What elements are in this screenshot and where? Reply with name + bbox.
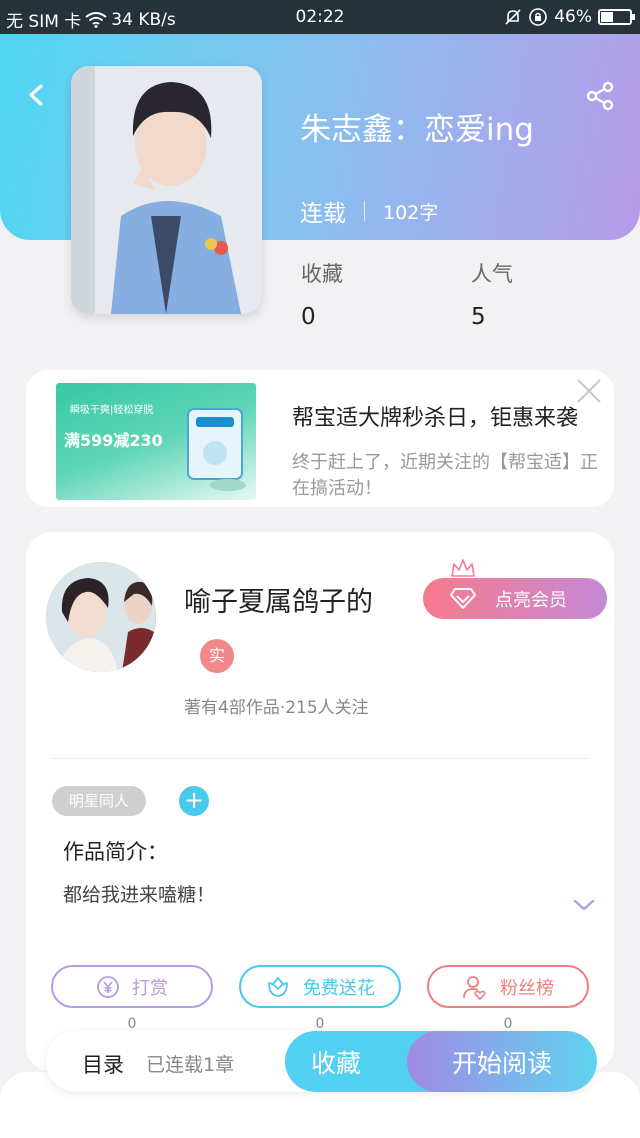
status-bar: 无 SIM 卡 34 KB/s 02:22 46%: [0, 0, 640, 34]
toc-button[interactable]: 目录: [82, 1049, 124, 1079]
back-icon[interactable]: [22, 80, 52, 110]
battery-percent: 46%: [554, 7, 592, 27]
battery-level: [601, 12, 613, 22]
author-name[interactable]: 喻子夏属鸽子的: [184, 580, 373, 619]
tip-button[interactable]: 打赏: [51, 965, 213, 1008]
send-flower-label: 免费送花: [303, 977, 375, 999]
share-icon[interactable]: [584, 80, 616, 112]
status-right: 46%: [504, 7, 635, 27]
start-reading-button[interactable]: 开始阅读: [407, 1031, 597, 1092]
avatar-illustration: [46, 562, 156, 672]
status-divider: [364, 201, 365, 221]
close-icon[interactable]: [574, 376, 604, 406]
book-status-row: 连载 102字: [300, 194, 438, 228]
ad-card[interactable]: 瞬吸干爽|轻松穿脱 满599减230 帮宝适大牌秒杀日，钜惠来袭 终于赶上了，近…: [26, 370, 614, 507]
favorites-stat: 收藏 0: [301, 258, 343, 330]
popularity-stat: 人气 5: [471, 258, 513, 330]
popularity-value: 5: [471, 304, 486, 330]
book-title: 朱志鑫：恋爱ing: [300, 112, 534, 148]
vip-button-label: 点亮会员: [495, 589, 567, 611]
ad-description: 终于赶上了，近期关注的【帮宝适】正在搞活动！: [292, 452, 598, 499]
flower-icon: [268, 976, 288, 997]
intro-text: 都给我进来嗑糖！: [63, 884, 216, 906]
ad-title[interactable]: 帮宝适大牌秒杀日，钜惠来袭: [292, 400, 578, 432]
serial-status: 连载: [300, 201, 346, 227]
popularity-label: 人气: [471, 262, 513, 286]
ad-image-text: 满599减230: [64, 431, 163, 450]
genre-tag[interactable]: 明星同人: [52, 786, 146, 816]
fan-ranking-label: 粉丝榜: [500, 977, 554, 999]
tip-count: 0: [127, 1016, 137, 1032]
word-count: 102字: [383, 201, 439, 224]
tip-label: 打赏: [132, 977, 168, 999]
fan-count: 0: [503, 1016, 513, 1032]
diaper-pack-illustration: [187, 408, 246, 491]
favorites-label: 收藏: [301, 262, 343, 286]
battery-icon: [598, 9, 635, 25]
send-flower-button[interactable]: 免费送花: [239, 965, 401, 1008]
rotation-lock-icon: [529, 8, 548, 26]
author-avatar[interactable]: [46, 562, 156, 672]
yuan-coin-icon: [97, 975, 119, 998]
start-reading-label: 开始阅读: [451, 1048, 552, 1078]
fan-ranking-button[interactable]: 粉丝榜: [427, 965, 589, 1008]
fan-user-icon: [463, 975, 486, 1000]
author-meta: 著有4部作品·215人关注: [184, 698, 369, 718]
flower-count: 0: [315, 1016, 325, 1032]
favorite-button-label: 收藏: [311, 1048, 362, 1078]
chevron-down-icon[interactable]: [573, 898, 595, 912]
ad-image-subtext: 瞬吸干爽|轻松穿脱: [70, 405, 154, 416]
crown-icon: [451, 559, 475, 577]
divider: [50, 758, 590, 759]
cover-illustration: [71, 66, 262, 314]
verified-badge: 实: [200, 639, 234, 673]
book-cover-image[interactable]: [71, 66, 262, 314]
activate-vip-button[interactable]: 点亮会员: [423, 578, 607, 619]
favorites-value: 0: [301, 304, 316, 330]
add-tag-button[interactable]: +: [179, 786, 209, 816]
author-card: 喻子夏属鸽子的 实 著有4部作品·215人关注 点亮会员 明星同人 + 作品简介…: [26, 532, 614, 1072]
mute-icon: [505, 9, 521, 25]
bottom-action-bar: 目录 已连载1章 收藏 开始阅读: [46, 1031, 597, 1092]
intro-label: 作品简介：: [63, 840, 168, 864]
chapter-count[interactable]: 已连载1章: [146, 1050, 234, 1077]
ad-image[interactable]: 瞬吸干爽|轻松穿脱 满599减230: [56, 383, 256, 500]
diamond-icon: [450, 588, 476, 609]
